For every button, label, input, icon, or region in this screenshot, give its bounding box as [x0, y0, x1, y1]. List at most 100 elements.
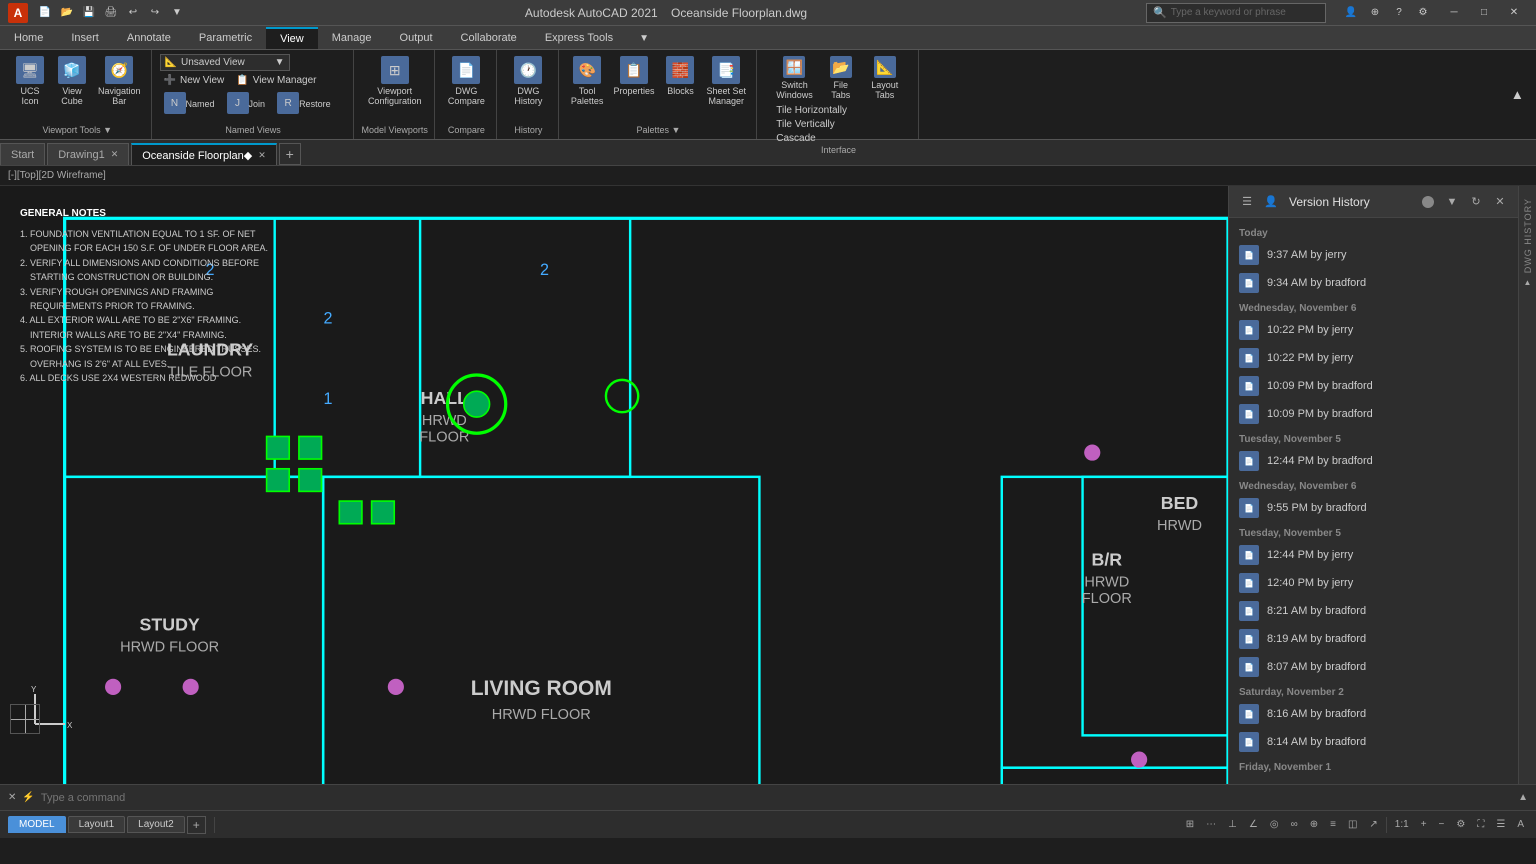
tab-start[interactable]: Start — [0, 143, 45, 165]
tab-drawing1[interactable]: Drawing1 ✕ — [47, 143, 129, 165]
add-tab-btn[interactable]: + — [279, 143, 301, 165]
restore-btn[interactable]: R Restore — [273, 90, 335, 118]
qa-open[interactable]: 📂 — [58, 4, 76, 22]
drawing-area[interactable]: LAUNDRY TILE FLOOR HALL HRWD FLOOR STUDY… — [0, 186, 1228, 784]
qa-dropdown[interactable]: ▼ — [168, 4, 186, 22]
version-item[interactable]: 📄 8:16 AM by bradford — [1229, 700, 1518, 728]
version-item[interactable]: 📄 12:44 PM by bradford — [1229, 447, 1518, 475]
otrack-btn[interactable]: ∞ — [1287, 819, 1302, 830]
version-item[interactable]: 📄 9:37 AM by jerry — [1229, 241, 1518, 269]
navigation-bar-btn[interactable]: 🧭 NavigationBar — [94, 54, 145, 108]
panel-user-btn[interactable]: 👤 — [1261, 192, 1281, 212]
ortho-btn[interactable]: ⊥ — [1224, 819, 1241, 830]
command-input[interactable] — [41, 792, 1512, 804]
close-drawing1[interactable]: ✕ — [111, 149, 119, 160]
transparency-btn[interactable]: ◫ — [1344, 819, 1361, 830]
panel-refresh-btn[interactable]: ↻ — [1466, 192, 1486, 212]
settings-icon[interactable]: ⚙ — [1414, 4, 1432, 22]
sign-in-btn[interactable]: ⊕ — [1366, 4, 1384, 22]
tab-extra[interactable]: ▼ — [631, 27, 657, 49]
cascade-btn[interactable]: Cascade — [772, 132, 851, 145]
settings-btn[interactable]: ⚙ — [1452, 819, 1469, 830]
version-item[interactable]: 📄 12:44 PM by jerry — [1229, 541, 1518, 569]
maximize-btn[interactable]: □ — [1470, 3, 1498, 23]
tab-output[interactable]: Output — [386, 27, 447, 49]
minimize-btn[interactable]: ─ — [1440, 3, 1468, 23]
dwg-history-btn[interactable]: 🕐 DWGHistory — [508, 54, 548, 108]
command-prev-btn[interactable]: ✕ — [8, 792, 16, 803]
strip-collapse-btn[interactable]: ▲ — [1520, 274, 1536, 290]
model-tab[interactable]: MODEL — [8, 816, 66, 833]
version-item[interactable]: 📄 10:22 PM by jerry — [1229, 316, 1518, 344]
add-layout-btn[interactable]: + — [187, 816, 206, 834]
tab-floorplan[interactable]: Oceanside Floorplan◆ ✕ — [131, 143, 277, 165]
tab-annotate[interactable]: Annotate — [113, 27, 185, 49]
ucs-icon-btn[interactable]: 🖥 UCSIcon — [10, 54, 50, 108]
panel-filter-btn[interactable]: ▼ — [1442, 192, 1462, 212]
view-manager-btn[interactable]: 📋 View Manager — [232, 74, 320, 87]
panel-list-view-btn[interactable]: ☰ — [1237, 192, 1257, 212]
tile-horizontal-btn[interactable]: Tile Horizontally — [772, 104, 851, 117]
file-tabs-btn[interactable]: 📂 FileTabs — [821, 54, 861, 102]
lineweight-btn[interactable]: ≡ — [1326, 819, 1340, 830]
version-item[interactable]: 📄 8:14 AM by bradford — [1229, 728, 1518, 756]
grid-btn[interactable]: ⋯ — [1202, 819, 1220, 830]
tab-collaborate[interactable]: Collaborate — [447, 27, 531, 49]
collapse-ribbon-btn[interactable]: ▲ — [1507, 85, 1528, 104]
qa-save[interactable]: 💾 — [80, 4, 98, 22]
help-icon[interactable]: ? — [1390, 4, 1408, 22]
panel-close-btn[interactable]: ✕ — [1490, 192, 1510, 212]
version-item[interactable]: 📄 8:07 AM by bradford — [1229, 653, 1518, 681]
close-btn[interactable]: ✕ — [1500, 3, 1528, 23]
view-dropdown[interactable]: 📐 Unsaved View ▼ — [160, 54, 290, 71]
ducs-btn[interactable]: ⊕ — [1306, 819, 1322, 830]
blocks-btn[interactable]: 🧱 Blocks — [660, 54, 700, 98]
viewport-config-btn[interactable]: ⊞ ViewportConfiguration — [364, 54, 426, 108]
qa-redo[interactable]: ↪ — [146, 4, 164, 22]
qa-undo[interactable]: ↩ — [124, 4, 142, 22]
snap-btn[interactable]: ⊞ — [1182, 819, 1198, 830]
annotate-scale-btn[interactable]: A — [1513, 819, 1528, 830]
close-floorplan[interactable]: ✕ — [258, 150, 266, 161]
workspace-btn[interactable]: ☰ — [1492, 819, 1509, 830]
status-divider2 — [1386, 817, 1387, 833]
version-item[interactable]: 📄 10:09 PM by bradford — [1229, 372, 1518, 400]
join-btn[interactable]: J Join — [223, 90, 270, 118]
tool-palettes-btn[interactable]: 🎨 ToolPalettes — [567, 54, 608, 108]
version-item[interactable]: 📄 9:34 AM by bradford — [1229, 269, 1518, 297]
select-btn[interactable]: ↗ — [1365, 819, 1381, 830]
tab-manage[interactable]: Manage — [318, 27, 386, 49]
tile-vertical-btn[interactable]: Tile Vertically — [772, 118, 851, 131]
search-box[interactable]: 🔍 Type a keyword or phrase — [1146, 3, 1326, 23]
tab-home[interactable]: Home — [0, 27, 57, 49]
layout-tabs-btn[interactable]: 📐 LayoutTabs — [865, 54, 905, 102]
tab-insert[interactable]: Insert — [57, 27, 113, 49]
layout1-tab[interactable]: Layout1 — [68, 816, 126, 833]
tab-parametric[interactable]: Parametric — [185, 27, 266, 49]
zoom-in-btn[interactable]: + — [1417, 819, 1431, 830]
version-item[interactable]: 📄 10:22 PM by jerry — [1229, 344, 1518, 372]
tab-view[interactable]: View — [266, 27, 318, 49]
version-item[interactable]: 📄 12:40 PM by jerry — [1229, 569, 1518, 597]
command-expand-btn[interactable]: ▲ — [1518, 792, 1528, 803]
properties-btn[interactable]: 📋 Properties — [609, 54, 658, 98]
user-icon[interactable]: 👤 — [1342, 4, 1360, 22]
named-btn[interactable]: N Named — [160, 90, 219, 118]
osnap-btn[interactable]: ◎ — [1266, 819, 1283, 830]
version-item[interactable]: 📄 10:09 PM by bradford — [1229, 400, 1518, 428]
polar-btn[interactable]: ∠ — [1245, 819, 1262, 830]
version-item[interactable]: 📄 9:55 PM by bradford — [1229, 494, 1518, 522]
fullscreen-btn[interactable]: ⛶ — [1473, 819, 1488, 830]
version-item[interactable]: 📄 8:19 AM by bradford — [1229, 625, 1518, 653]
zoom-out-btn[interactable]: − — [1435, 819, 1449, 830]
tab-express[interactable]: Express Tools — [531, 27, 627, 49]
version-item[interactable]: 📄 8:21 AM by bradford — [1229, 597, 1518, 625]
dwg-compare-btn[interactable]: 📄 DWGCompare — [444, 54, 489, 108]
new-view-btn[interactable]: ➕ New View — [160, 74, 229, 87]
switch-windows-btn[interactable]: 🪟 SwitchWindows — [772, 54, 817, 102]
sheet-set-btn[interactable]: 📑 Sheet SetManager — [702, 54, 750, 108]
view-cube-btn[interactable]: 🧊 ViewCube — [52, 54, 92, 108]
qa-new[interactable]: 📄 — [36, 4, 54, 22]
layout2-tab[interactable]: Layout2 — [127, 816, 185, 833]
qa-plot[interactable]: 🖨 — [102, 4, 120, 22]
